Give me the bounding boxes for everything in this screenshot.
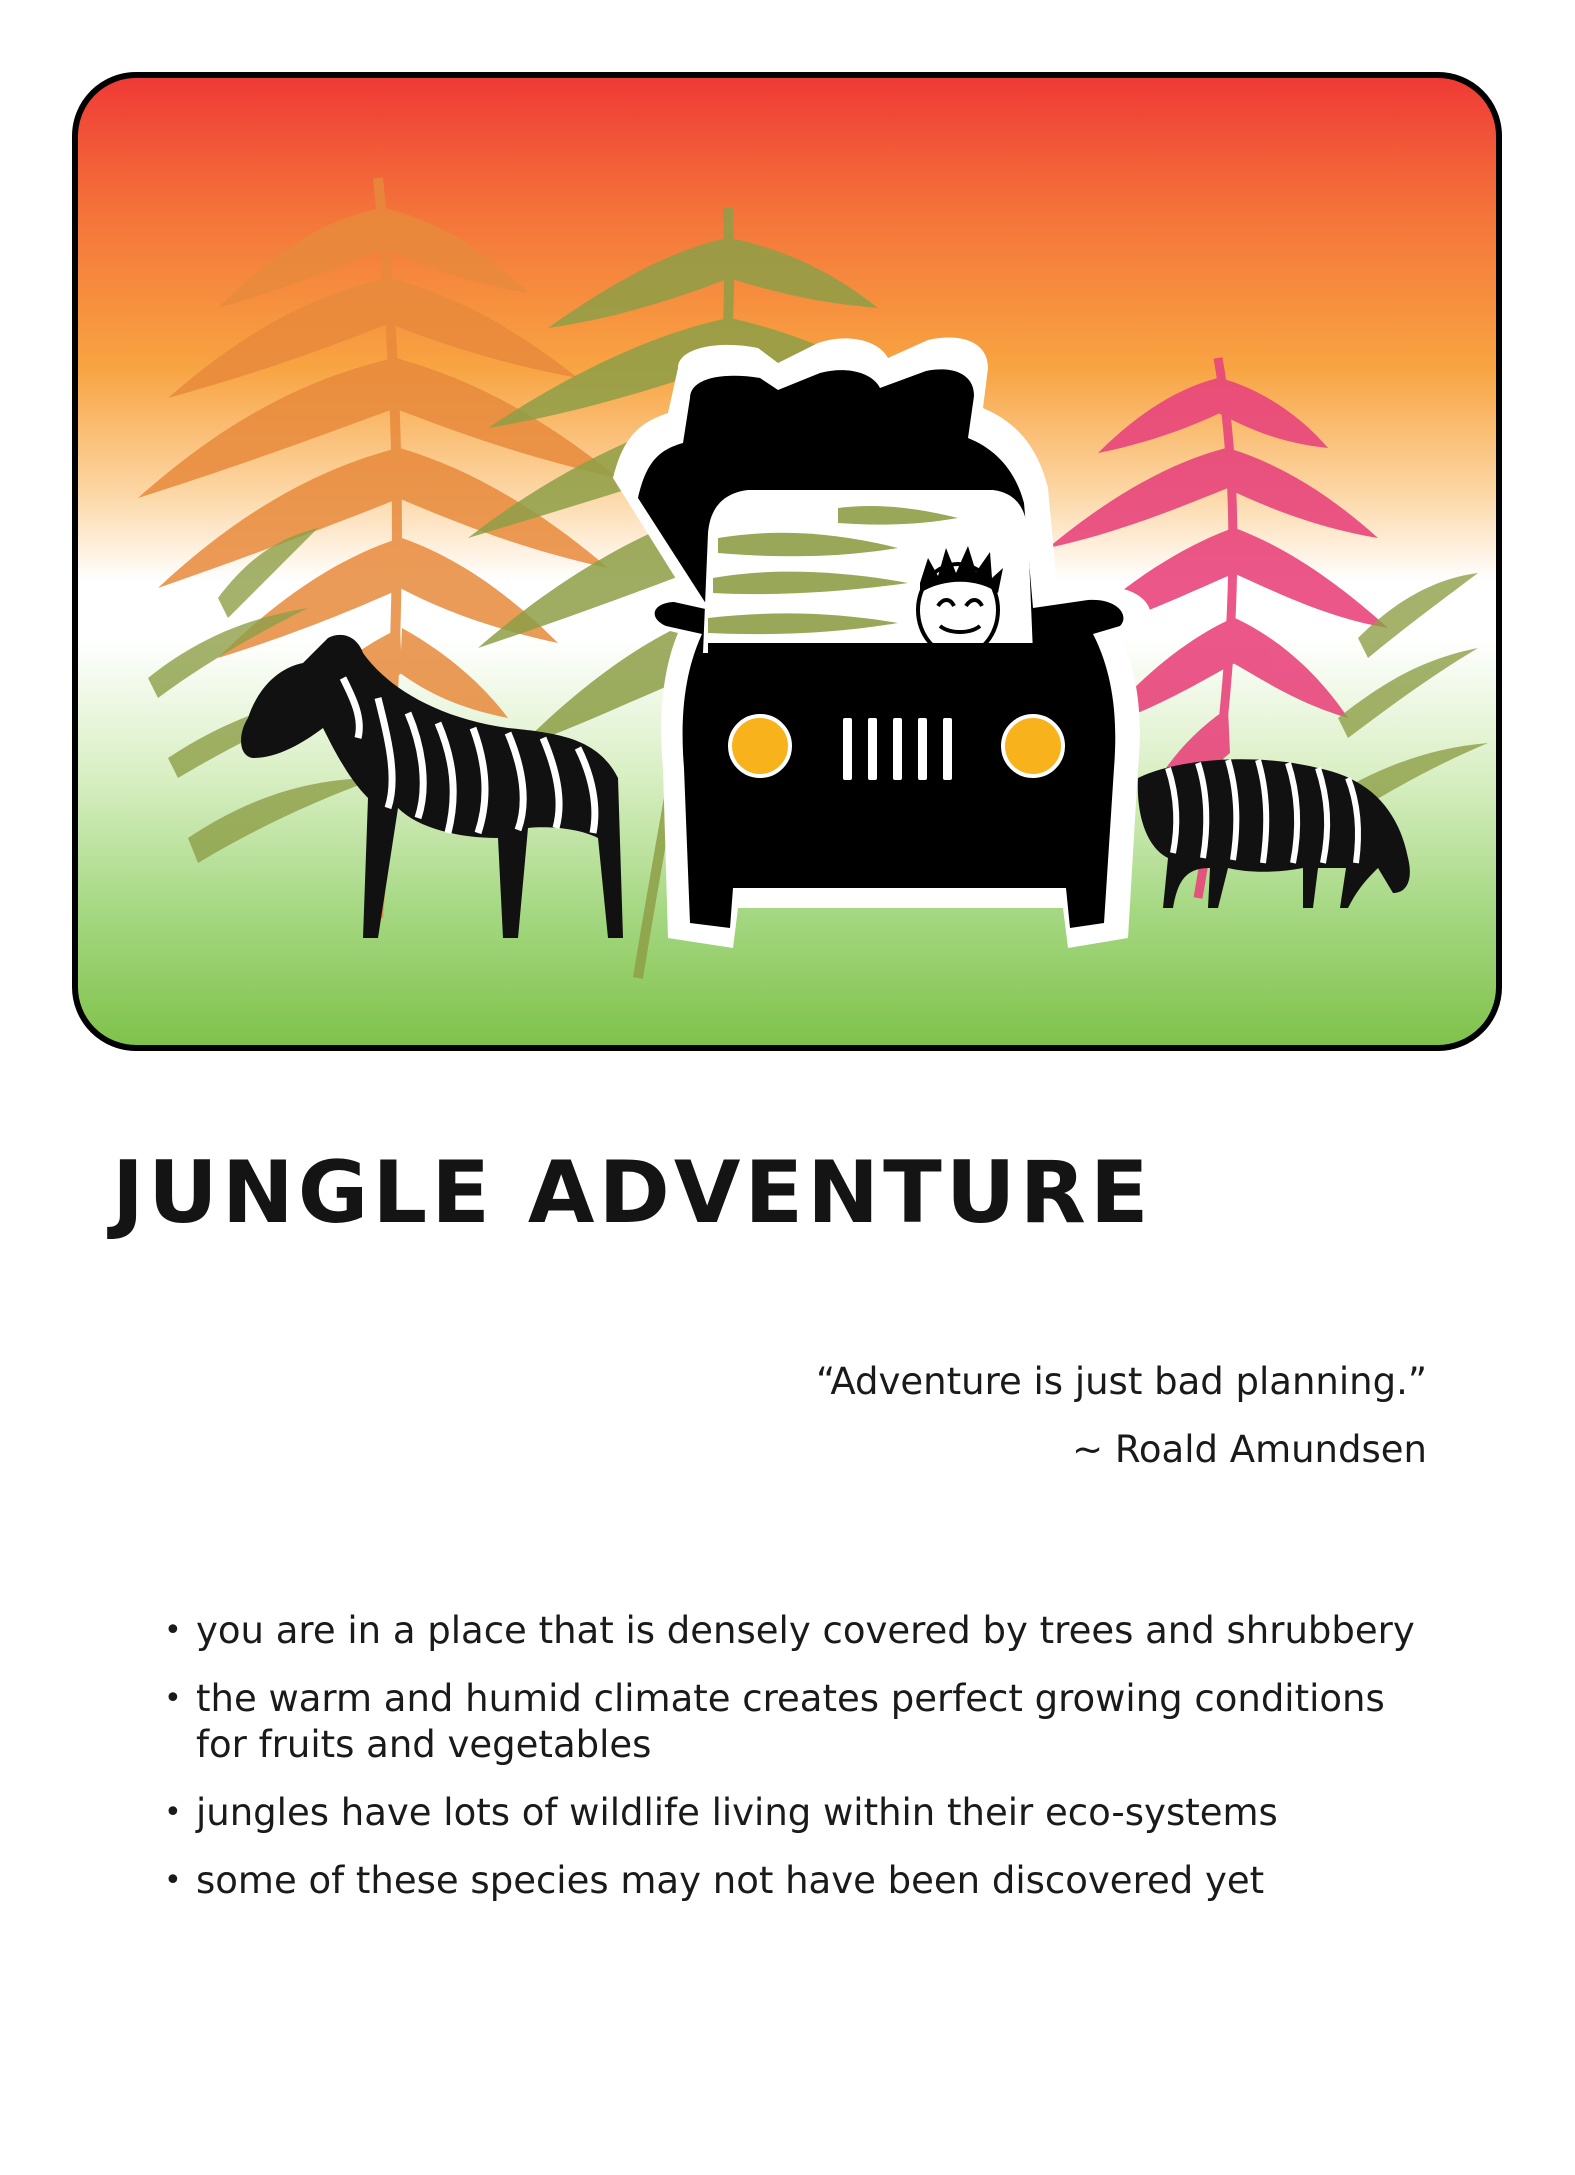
jeep-icon: [613, 337, 1151, 949]
list-item: jungles have lots of wildlife living wit…: [164, 1790, 1444, 1836]
illustration-card: [72, 72, 1502, 1051]
quote-author: ~ Roald Amundsen: [1072, 1428, 1427, 1471]
headlight-left: [728, 714, 792, 778]
quote-text: “Adventure is just bad planning.”: [815, 1360, 1427, 1403]
quote-block: “Adventure is just bad planning.” ~ Roal…: [527, 1348, 1427, 1484]
page-title: JUNGLE ADVENTURE: [112, 1143, 1153, 1243]
list-item: you are in a place that is densely cover…: [164, 1608, 1444, 1654]
headlight-right: [1001, 714, 1065, 778]
list-item: the warm and humid climate creates perfe…: [164, 1676, 1444, 1768]
facts-list: you are in a place that is densely cover…: [164, 1608, 1444, 1926]
jungle-scene: [138, 177, 1488, 979]
list-item: some of these species may not have been …: [164, 1858, 1444, 1904]
